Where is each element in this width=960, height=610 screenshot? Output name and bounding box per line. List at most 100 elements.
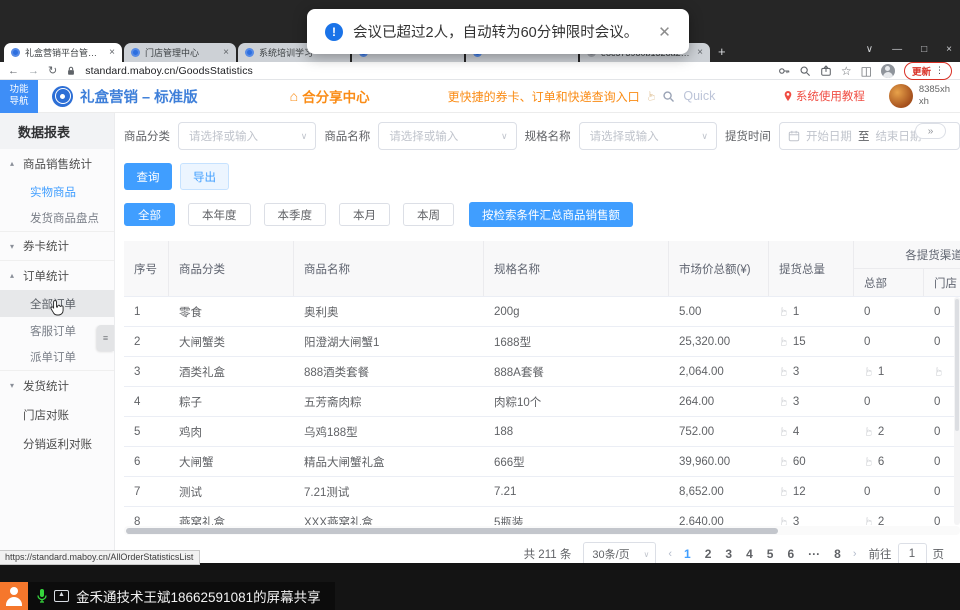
total-count-cell: ☞1 <box>769 297 854 326</box>
sidebar-item-8[interactable]: ▾发货统计 <box>0 371 114 400</box>
tab-close-icon[interactable]: × <box>223 47 229 58</box>
tab-label: 礼盒营销平台管理中心 <box>25 46 104 59</box>
action-bar: 查询 导出 <box>124 163 960 190</box>
pickup-count-link[interactable]: ☞4 <box>779 425 799 438</box>
page-number-5[interactable]: 5 <box>767 547 774 561</box>
pickup-count-link[interactable]: ☞60 <box>779 455 806 468</box>
browser-avatar[interactable] <box>881 64 895 78</box>
pickup-count-link[interactable]: ☞3 <box>779 365 799 378</box>
pickup-count-link[interactable]: ☞2 <box>864 515 884 525</box>
browser-tab-1[interactable]: 门店管理中心× <box>124 43 236 62</box>
function-nav-button[interactable]: 功能 导航 <box>0 80 38 113</box>
share-center-link[interactable]: ⌂ 合分享中心 <box>290 86 370 106</box>
page-number-4[interactable]: 4 <box>746 547 753 561</box>
cell-amount: 39,960.00 <box>669 447 769 476</box>
bookmark-star-icon[interactable]: ☆ <box>841 64 852 78</box>
cell-amount: 752.00 <box>669 417 769 446</box>
table-horizontal-scrollbar[interactable] <box>124 526 960 535</box>
pickup-count-link[interactable]: ☞1 <box>864 365 884 378</box>
zoom-icon[interactable] <box>799 65 811 77</box>
sidebar-title: 数据报表 <box>0 113 114 149</box>
page-size-select[interactable]: 30条/页 ∨ <box>583 542 656 563</box>
browser-tab-0[interactable]: 礼盒营销平台管理中心 × <box>4 43 122 62</box>
pickup-count-link[interactable]: ☞6 <box>864 455 884 468</box>
screen-share-pill[interactable]: 金禾通技术王斌18662591081的屏幕共享 <box>0 582 335 610</box>
category-select[interactable]: 请选择或输入 ∨ <box>178 122 316 150</box>
tutorial-link[interactable]: 系统使用教程 <box>783 88 865 104</box>
main-area: 数据报表 ▴商品销售统计实物商品发货商品盘点▾券卡统计▴订单统计全部订单客服订单… <box>0 113 960 563</box>
pickup-count-link[interactable]: ☞1 <box>779 305 799 318</box>
name-select[interactable]: 请选择或输入 ∨ <box>378 122 516 150</box>
user-info[interactable]: 8385xh xh <box>889 84 950 108</box>
search-button[interactable]: 查询 <box>124 163 172 190</box>
new-tab-icon[interactable]: + <box>718 44 726 59</box>
hq-count-cell: 0 <box>854 387 924 416</box>
sidebar-item-label: 门店对账 <box>23 407 69 423</box>
forward-icon[interactable]: → <box>28 65 39 77</box>
range-tab-4[interactable]: 本周 <box>403 203 454 226</box>
hq-count-cell: ☞6 <box>854 447 924 476</box>
maximize-icon[interactable]: □ <box>921 44 927 55</box>
toast-close-icon[interactable]: ✕ <box>658 23 671 41</box>
sidebar-item-label: 券卡统计 <box>23 238 69 254</box>
page-number-1[interactable]: 1 <box>684 547 691 561</box>
sidebar-collapse-handle[interactable]: ≡ <box>97 325 114 351</box>
close-window-icon[interactable]: × <box>946 44 952 55</box>
side-panel-icon[interactable]: ◫ <box>861 64 872 78</box>
sidebar-item-9[interactable]: 门店对账 <box>0 400 114 429</box>
next-page-icon[interactable]: › <box>853 548 857 560</box>
profile-menu-icon[interactable]: ∨ <box>866 44 873 55</box>
range-tab-3[interactable]: 本月 <box>339 203 390 226</box>
page-ellipsis[interactable]: ··· <box>808 547 820 561</box>
table-row: 3酒类礼盒888酒类套餐888A套餐2,064.00☞3☞1☞ <box>124 357 960 387</box>
page-number-3[interactable]: 3 <box>725 547 732 561</box>
table-vertical-scrollbar[interactable] <box>954 297 960 525</box>
summarize-button[interactable]: 按检索条件汇总商品销售额 <box>469 202 633 227</box>
count-value: 2 <box>878 516 884 526</box>
toast-message: 会议已超过2人，自动转为60分钟限时会议。 <box>353 21 638 42</box>
chrome-update-button[interactable]: 更新 ⋮ <box>904 62 952 80</box>
url-text[interactable]: standard.maboy.cn/GoodsStatistics <box>85 65 253 77</box>
window-controls: ∨ — □ × <box>866 44 952 55</box>
range-tab-1[interactable]: 本年度 <box>188 203 251 226</box>
reload-icon[interactable]: ↻ <box>48 64 57 77</box>
spec-select[interactable]: 请选择或输入 ∨ <box>579 122 717 150</box>
back-icon[interactable]: ← <box>8 65 19 77</box>
brand-name: 礼盒营销 – 标准版 <box>80 86 198 107</box>
pickup-count-link[interactable]: ☞3 <box>779 395 799 408</box>
cell-spec: 666型 <box>484 447 669 476</box>
expand-filters-button[interactable]: » <box>915 123 946 139</box>
sidebar-item-10[interactable]: 分销返利对账 <box>0 429 114 458</box>
cell-spec: 1688型 <box>484 327 669 356</box>
cell-name: 奥利奥 <box>294 297 484 326</box>
minimize-icon[interactable]: — <box>892 44 902 55</box>
sidebar-item-0[interactable]: ▴商品销售统计 <box>0 149 114 178</box>
share-icon[interactable] <box>820 65 832 77</box>
key-icon[interactable] <box>778 65 790 77</box>
range-tab-0[interactable]: 全部 <box>124 203 175 226</box>
page-number-6[interactable]: 6 <box>787 547 794 561</box>
tab-close-icon[interactable]: × <box>697 47 703 58</box>
export-button[interactable]: 导出 <box>180 163 229 190</box>
sidebar-item-4[interactable]: ▴订单统计 <box>0 261 114 290</box>
page-number-8[interactable]: 8 <box>834 547 841 561</box>
pickup-count-link[interactable]: ☞ <box>934 365 948 378</box>
pickup-count-link[interactable]: ☞15 <box>779 335 806 348</box>
tab-close-icon[interactable]: × <box>109 47 115 58</box>
sidebar: 数据报表 ▴商品销售统计实物商品发货商品盘点▾券卡统计▴订单统计全部订单客服订单… <box>0 113 115 563</box>
microphone-icon <box>36 588 48 604</box>
pickup-count-link[interactable]: ☞3 <box>779 515 799 525</box>
sidebar-item-1[interactable]: 实物商品 <box>0 178 114 205</box>
pointing-hand-icon: ☞ <box>777 337 790 347</box>
page-number-2[interactable]: 2 <box>705 547 712 561</box>
pickup-count-link[interactable]: ☞2 <box>864 425 884 438</box>
chevron-down-icon: ∨ <box>301 131 308 142</box>
pickup-count-link[interactable]: ☞12 <box>779 485 806 498</box>
quick-entry[interactable]: 更快捷的券卡、订单和快递查询入口 ☞ Quick <box>448 88 716 105</box>
sidebar-item-3[interactable]: ▾券卡统计 <box>0 232 114 261</box>
tab-favicon <box>11 48 20 57</box>
prev-page-icon[interactable]: ‹ <box>668 548 672 560</box>
goto-page-input[interactable] <box>898 543 927 564</box>
sidebar-item-2[interactable]: 发货商品盘点 <box>0 205 114 232</box>
range-tab-2[interactable]: 本季度 <box>264 203 327 226</box>
